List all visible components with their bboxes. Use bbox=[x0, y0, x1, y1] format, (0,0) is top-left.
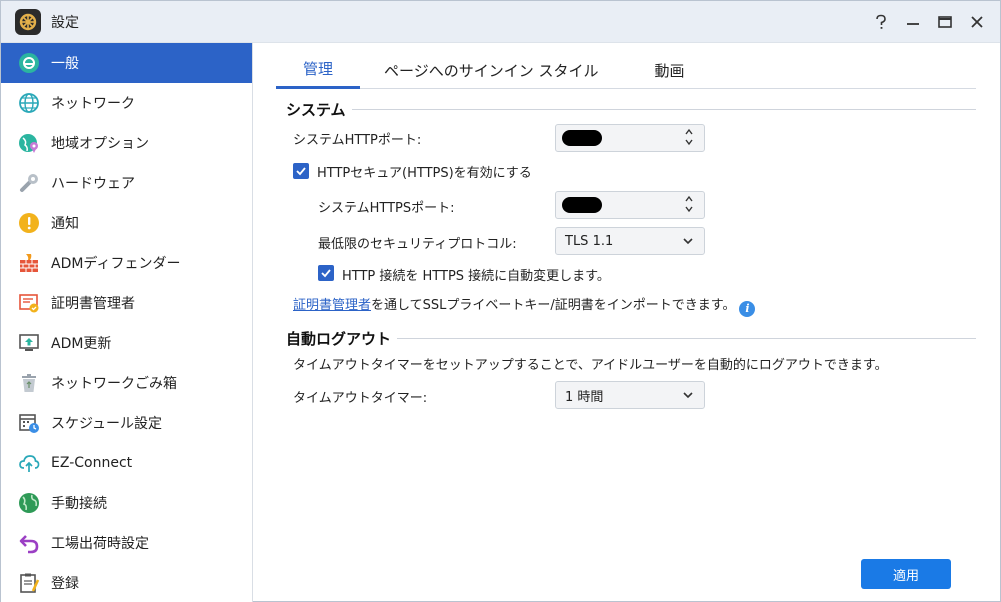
sidebar-item-ez-connect[interactable]: EZ-Connect bbox=[1, 443, 252, 483]
schedule-calendar-icon bbox=[17, 411, 41, 435]
title-bar: 設定 bbox=[1, 1, 1000, 43]
sidebar-item-network[interactable]: ネットワーク bbox=[1, 83, 252, 123]
certificate-manager-link[interactable]: 証明書管理者 bbox=[293, 298, 371, 313]
sidebar-item-region[interactable]: 地域オプション bbox=[1, 123, 252, 163]
sidebar: 一般 ネットワーク 地域オプション ハードウェア 通知 ADMディフェンダー 証… bbox=[1, 43, 253, 602]
tab-management[interactable]: 管理 bbox=[276, 51, 360, 89]
sidebar-item-factory-reset[interactable]: 工場出荷時設定 bbox=[1, 523, 252, 563]
reset-arrow-icon bbox=[17, 531, 41, 555]
network-globe-icon bbox=[17, 91, 41, 115]
https-port-label: システムHTTPSポート: bbox=[318, 201, 455, 216]
sidebar-item-adm-defender[interactable]: ADMディフェンダー bbox=[1, 243, 252, 283]
chevron-down-icon[interactable] bbox=[684, 204, 694, 214]
section-divider bbox=[278, 109, 976, 110]
min-protocol-select[interactable]: TLS 1.1 bbox=[555, 227, 705, 255]
sidebar-item-label: EZ-Connect bbox=[51, 455, 133, 471]
apply-button[interactable]: 適用 bbox=[861, 559, 951, 589]
sidebar-item-schedule[interactable]: スケジュール設定 bbox=[1, 403, 252, 443]
https-redirect-label: HTTP 接続を HTTPS 接続に自動変更します。 bbox=[342, 269, 610, 284]
section-title-auto-logout: 自動ログアウト bbox=[274, 328, 398, 349]
general-icon bbox=[17, 51, 41, 75]
maximize-icon[interactable] bbox=[936, 13, 954, 31]
window-title: 設定 bbox=[51, 14, 79, 31]
notification-exclamation-icon bbox=[17, 211, 41, 235]
chevron-up-icon[interactable] bbox=[684, 194, 694, 204]
stepper-arrows bbox=[684, 127, 694, 147]
sidebar-item-manual-connect[interactable]: 手動接続 bbox=[1, 483, 252, 523]
chevron-down-icon bbox=[683, 392, 693, 399]
sidebar-item-label: 手動接続 bbox=[51, 496, 107, 512]
https-enable-label: HTTPセキュア(HTTPS)を有効にする bbox=[317, 166, 532, 181]
chevron-down-icon[interactable] bbox=[684, 137, 694, 147]
sidebar-item-hardware[interactable]: ハードウェア bbox=[1, 163, 252, 203]
region-globe-pin-icon bbox=[17, 131, 41, 155]
tab-video[interactable]: 動画 bbox=[654, 51, 684, 89]
info-icon[interactable]: i bbox=[739, 300, 756, 317]
http-port-value-redacted bbox=[562, 130, 602, 146]
sidebar-item-label: 通知 bbox=[51, 216, 79, 232]
register-clipboard-icon bbox=[17, 571, 41, 595]
tab-signin-style[interactable]: ページへのサインイン スタイル bbox=[384, 51, 598, 89]
sidebar-item-adm-update[interactable]: ADM更新 bbox=[1, 323, 252, 363]
settings-gear-icon bbox=[15, 8, 41, 35]
main-panel: 管理 ページへのサインイン スタイル 動画 システム システムHTTPポート: … bbox=[254, 43, 1000, 602]
close-icon[interactable] bbox=[968, 13, 986, 31]
http-port-stepper[interactable] bbox=[555, 124, 705, 152]
https-port-value-redacted bbox=[562, 197, 602, 213]
auto-logout-description: タイムアウトタイマーをセットアップすることで、アイドルユーザーを自動的にログアウ… bbox=[293, 358, 888, 373]
firewall-brick-icon bbox=[17, 251, 41, 275]
min-protocol-label: 最低限のセキュリティプロトコル: bbox=[318, 237, 517, 252]
sidebar-item-label: 証明書管理者 bbox=[51, 296, 135, 312]
checkmark-icon bbox=[321, 269, 331, 278]
sidebar-item-network-recycle-bin[interactable]: ネットワークごみ箱 bbox=[1, 363, 252, 403]
certificate-hint-text: を通してSSLプライベートキー/証明書をインポートできます。 bbox=[371, 298, 736, 313]
cloud-upload-icon bbox=[17, 451, 41, 475]
chevron-up-icon[interactable] bbox=[684, 127, 694, 137]
sidebar-item-label: ADM更新 bbox=[51, 336, 112, 352]
sidebar-item-certificate[interactable]: 証明書管理者 bbox=[1, 283, 252, 323]
sidebar-item-label: 一般 bbox=[51, 56, 79, 72]
sidebar-item-label: ADMディフェンダー bbox=[51, 256, 181, 272]
minimize-icon[interactable] bbox=[904, 13, 922, 31]
hardware-wrench-icon bbox=[17, 171, 41, 195]
https-port-stepper[interactable] bbox=[555, 191, 705, 219]
sidebar-item-label: ネットワークごみ箱 bbox=[51, 376, 177, 392]
sidebar-item-label: 工場出荷時設定 bbox=[51, 536, 149, 552]
sidebar-item-register[interactable]: 登録 bbox=[1, 563, 252, 602]
sidebar-item-general[interactable]: 一般 bbox=[1, 43, 252, 83]
certificate-icon bbox=[17, 291, 41, 315]
https-redirect-checkbox[interactable] bbox=[318, 265, 334, 281]
sidebar-item-notification[interactable]: 通知 bbox=[1, 203, 252, 243]
update-monitor-icon bbox=[17, 331, 41, 355]
certificate-hint: 証明書管理者を通してSSLプライベートキー/証明書をインポートできます。 i bbox=[293, 294, 756, 317]
timeout-timer-select[interactable]: 1 時間 bbox=[555, 381, 705, 409]
help-icon[interactable] bbox=[872, 13, 890, 31]
section-title-system: システム bbox=[274, 99, 352, 120]
sidebar-item-label: 登録 bbox=[51, 576, 79, 592]
select-value: TLS 1.1 bbox=[565, 233, 614, 249]
manual-connect-globe-icon bbox=[17, 491, 41, 515]
sidebar-item-label: ネットワーク bbox=[51, 96, 135, 112]
http-port-label: システムHTTPポート: bbox=[293, 133, 422, 148]
window-controls bbox=[872, 1, 986, 43]
settings-window: 設定 一般 ネットワーク 地域オプション ハードウェア 通知 ADMディフェンダ… bbox=[0, 0, 1001, 602]
chevron-down-icon bbox=[683, 238, 693, 245]
sidebar-item-label: ハードウェア bbox=[51, 176, 135, 192]
https-enable-checkbox[interactable] bbox=[293, 163, 309, 179]
select-value: 1 時間 bbox=[565, 389, 604, 405]
sidebar-item-label: 地域オプション bbox=[51, 136, 149, 152]
checkmark-icon bbox=[296, 167, 306, 176]
stepper-arrows bbox=[684, 194, 694, 214]
sidebar-item-label: スケジュール設定 bbox=[51, 416, 163, 432]
recycle-bin-icon bbox=[17, 371, 41, 395]
tab-bar: 管理 ページへのサインイン スタイル 動画 bbox=[276, 51, 976, 89]
timeout-timer-label: タイムアウトタイマー: bbox=[293, 391, 428, 406]
